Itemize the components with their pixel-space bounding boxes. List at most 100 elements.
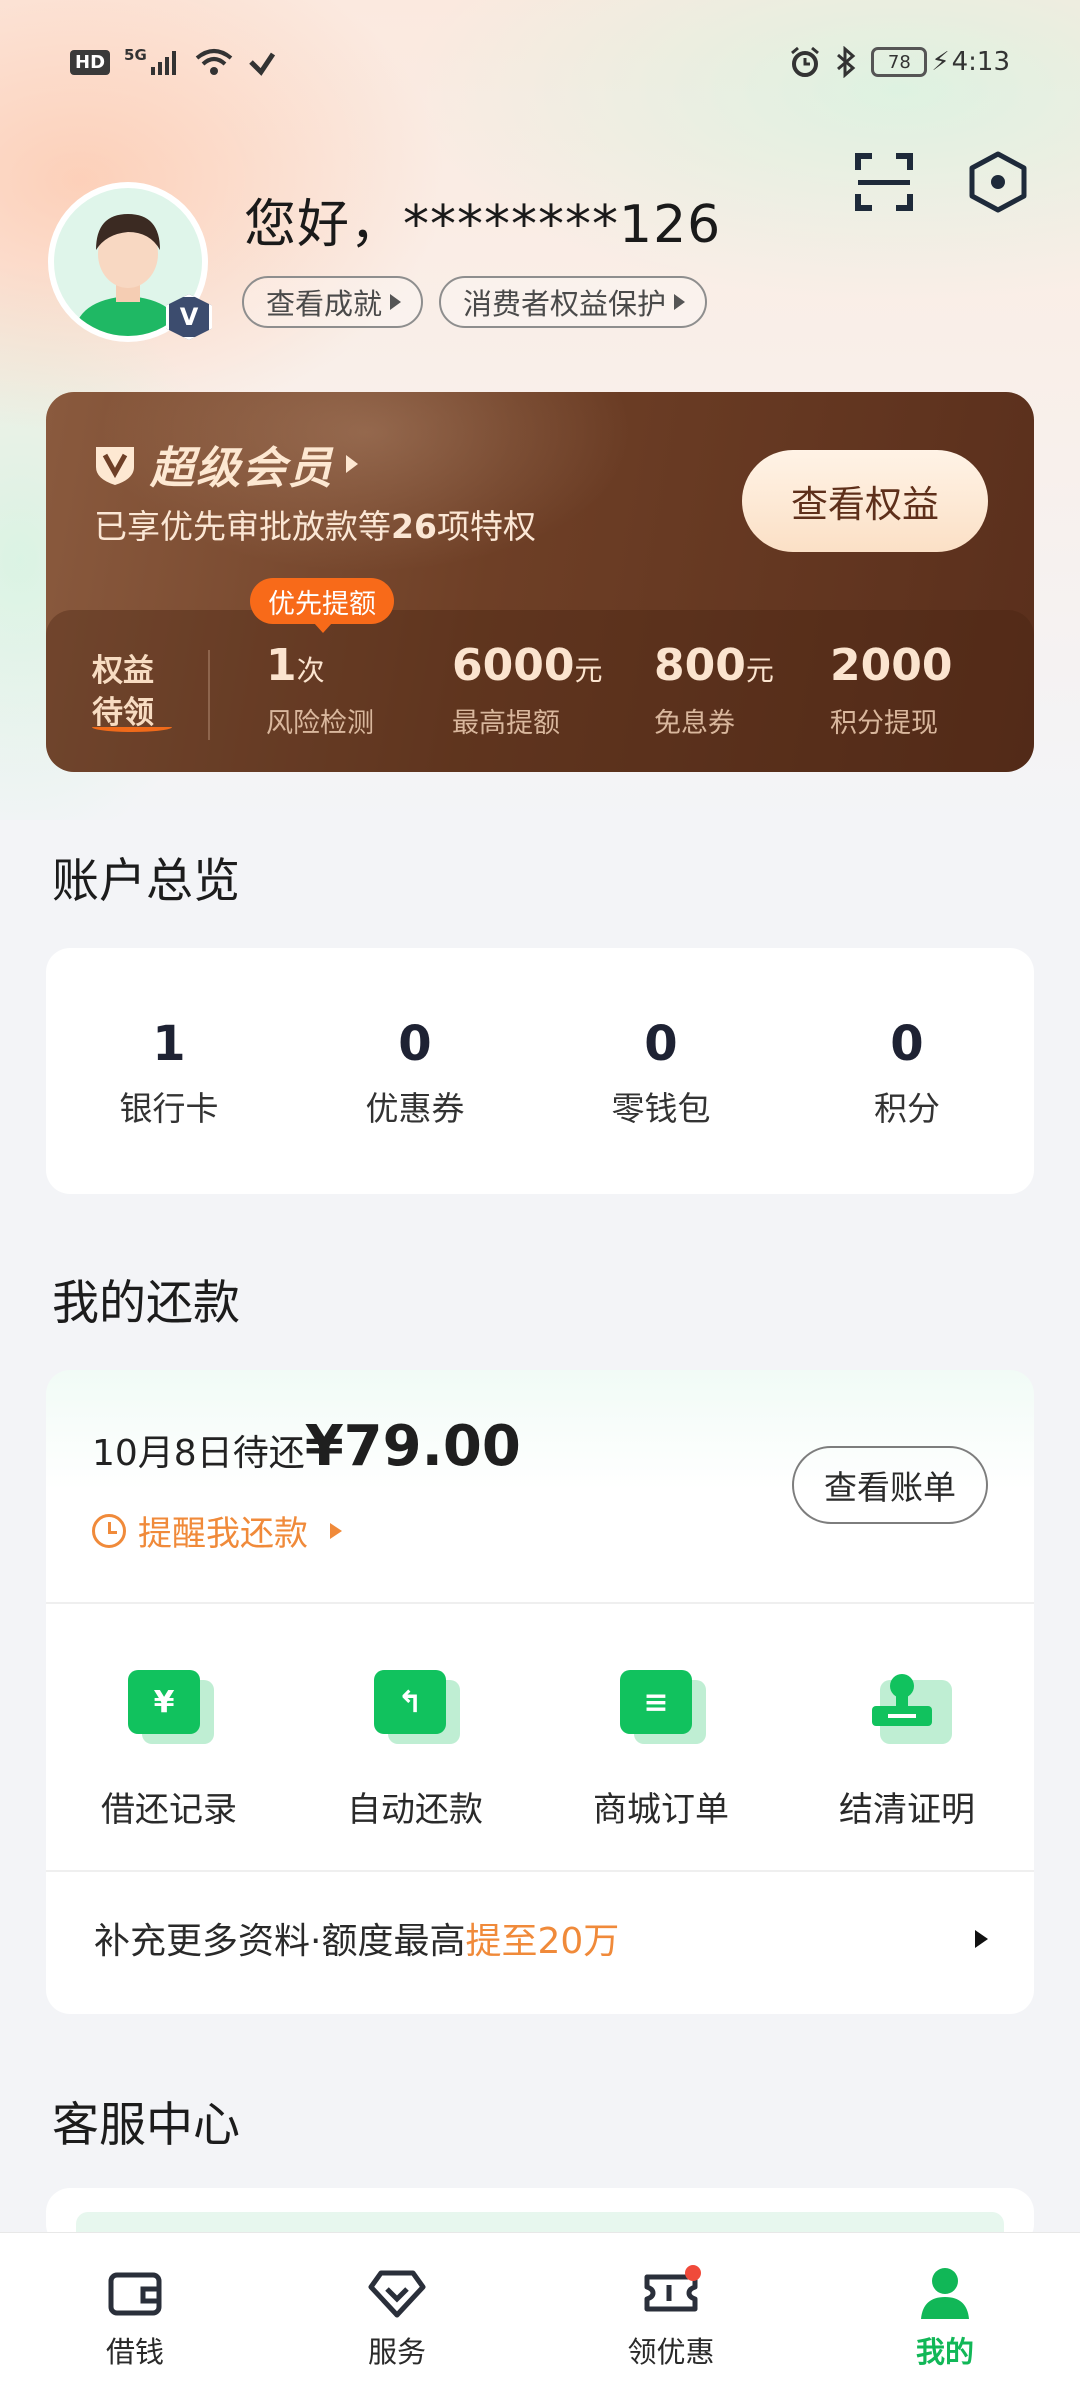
tab-service[interactable]: 服务 [262,2263,532,2371]
member-subtitle: 已享优先审批放款等26项特权 [94,500,536,548]
settings-hex-icon[interactable] [966,150,1030,214]
benefit-unit: 元 [745,654,774,687]
member-privilege-count: 26 [391,507,437,546]
wifi-icon [195,49,233,75]
overview-label: 零钱包 [611,1089,711,1128]
supplement-info-row[interactable]: 补充更多资料·额度最高提至20万 [94,1912,619,1964]
underline-decoration [92,722,172,732]
quick-settlement-proof[interactable]: 结清证明 [784,1670,1030,1831]
overview-wallet[interactable]: 0 零钱包 [538,1016,784,1130]
benefit-label: 最高提额 [452,708,560,739]
supplement-highlight: 提至20万 [465,1921,620,1962]
pending-line-1: 权益 [92,653,154,689]
achievements-label: 查看成就 [266,287,383,321]
overview-label: 积分 [874,1089,940,1128]
supplement-text: 补充更多资料·额度最高 [94,1921,466,1962]
status-bar: HD 5G 78 ⚡ 4:13 [0,0,1080,130]
overview-value: 0 [398,1016,432,1072]
member-title-row: 超级会员 [92,432,358,496]
order-list-icon: ≡ [616,1670,706,1746]
service-title: 客服中心 [52,2098,240,2153]
tab-label: 我的 [915,2335,974,2369]
benefit-points-cash[interactable]: 2000 积分提现 [830,638,952,740]
bluetooth-icon [837,46,856,78]
clock-icon [92,1513,126,1548]
due-amount: ¥79.00 [304,1414,521,1479]
tab-borrow[interactable]: 借钱 [0,2263,270,2371]
chevron-right-icon [330,1522,342,1539]
benefit-max-raise[interactable]: 6000元 最高提额 [452,638,602,740]
tab-coupons[interactable]: 领优惠 [536,2263,806,2371]
benefit-label: 风险检测 [266,708,374,739]
view-bill-button[interactable]: 查看账单 [792,1446,988,1524]
member-title: 超级会员 [150,443,334,494]
super-member-card[interactable]: 超级会员 已享优先审批放款等26项特权 查看权益 权益 待领 1次 风险检测 6… [46,392,1034,772]
benefit-label: 积分提现 [830,708,938,739]
user-icon [915,2263,975,2323]
overview-points[interactable]: 0 积分 [784,1016,1030,1130]
achievements-chip[interactable]: 查看成就 [242,276,424,328]
hd-badge: HD [70,49,111,75]
chevron-right-icon[interactable] [975,1930,988,1948]
benefit-label: 免息券 [654,708,735,739]
benefit-value: 1 [266,640,297,691]
benefit-interest-free[interactable]: 800元 免息券 [654,638,774,740]
divider [46,1602,1034,1604]
repay-title: 我的还款 [52,1276,240,1331]
divider [46,1870,1034,1872]
due-date-text: 10月8日待还 [92,1433,305,1474]
repay-card: 10月8日待还 ¥79.00 提醒我还款 查看账单 ¥ 借还记录 ↰ 自动还款 … [46,1370,1034,2014]
charging-icon: ⚡ [931,47,950,77]
overview-title: 账户总览 [52,854,240,909]
quick-label: 商城订单 [593,1790,729,1830]
clock-time: 4:13 [951,47,1010,77]
consumer-rights-chip[interactable]: 消费者权益保护 [439,276,708,328]
return-arrow-icon: ↰ [370,1670,460,1746]
tab-label: 领优惠 [627,2335,715,2369]
chevron-right-icon [346,455,358,473]
benefit-unit: 次 [296,654,325,687]
overview-card: 1 银行卡 0 优惠券 0 零钱包 0 积分 [46,948,1034,1194]
greeting-text: 您好，********126 [244,195,722,255]
remind-label: 提醒我还款 [138,1514,308,1554]
quick-label: 结清证明 [839,1790,975,1830]
consumer-rights-label: 消费者权益保护 [463,287,667,321]
benefit-value: 6000 [452,640,575,691]
benefit-unit: 元 [574,654,603,687]
quick-label: 自动还款 [347,1790,483,1830]
member-shield-icon [96,447,134,485]
alarm-icon [791,46,820,77]
battery-indicator: 78 [871,47,928,77]
scan-icon[interactable] [852,150,916,214]
quick-borrow-records[interactable]: ¥ 借还记录 [46,1670,292,1831]
remind-repay-link[interactable]: 提醒我还款 [92,1506,342,1555]
network-type: 5G [124,46,147,64]
tab-mine[interactable]: 我的 [810,2263,1080,2371]
quick-mall-orders[interactable]: ≡ 商城订单 [538,1670,784,1831]
overview-label: 银行卡 [119,1089,219,1128]
signal-icon [150,51,176,75]
bottom-tab-bar: 借钱 服务 领优惠 我的 [0,2232,1080,2388]
overview-label: 优惠券 [365,1089,465,1128]
overview-value: 1 [152,1016,186,1072]
chevron-right-icon [674,294,686,310]
pending-benefits-label[interactable]: 权益 待领 [92,650,172,734]
overview-bank-cards[interactable]: 1 银行卡 [46,1016,292,1130]
overview-coupons[interactable]: 0 优惠券 [292,1016,538,1130]
quick-auto-repay[interactable]: ↰ 自动还款 [292,1670,538,1831]
tab-label: 服务 [367,2335,426,2369]
benefit-risk-check[interactable]: 1次 风险检测 [266,638,374,740]
wallet-icon [105,2263,165,2323]
avatar[interactable]: V [48,182,212,342]
benefit-value: 2000 [830,640,953,691]
priority-raise-tag: 优先提额 [250,578,394,633]
yuan-doc-icon: ¥ [124,1670,214,1746]
divider [208,650,210,740]
nfc-icon [248,52,275,76]
ticket-icon [641,2263,701,2323]
view-benefits-button[interactable]: 查看权益 [742,450,988,552]
overview-value: 0 [890,1016,924,1072]
tab-label: 借钱 [105,2335,164,2369]
member-subtitle-suffix: 项特权 [436,507,536,546]
benefit-value: 800 [654,640,746,691]
